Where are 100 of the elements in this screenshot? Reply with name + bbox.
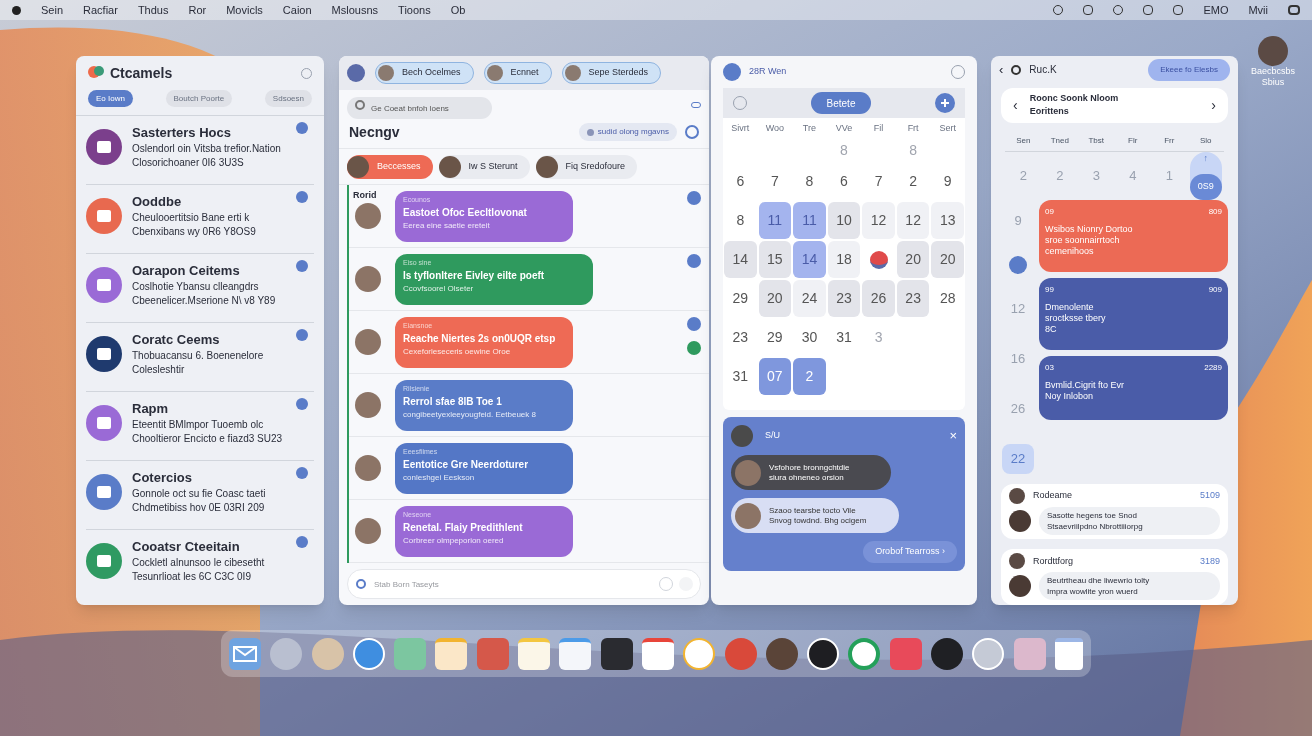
contact-chip[interactable]: Ecnnet xyxy=(483,61,552,84)
menu-item[interactable]: Racfiar xyxy=(83,1,118,19)
calendar-day[interactable]: 13 xyxy=(931,202,964,239)
channel-item[interactable]: Cotercios Gonnole oct su fie Coasc taeti Chdmetibiss hov 0E 03RI 209 xyxy=(86,461,314,530)
calendar-day[interactable]: 28 xyxy=(931,280,964,317)
calendar-day[interactable]: 31 xyxy=(827,319,861,356)
person-chip[interactable]: Fiq Sredofoure xyxy=(535,154,638,179)
menu-item[interactable]: Ob xyxy=(450,1,466,19)
calendar-day[interactable]: 15 xyxy=(758,241,792,278)
calendar-day[interactable]: 14 xyxy=(724,241,757,278)
menu-item[interactable]: Ror xyxy=(188,1,207,19)
today-button[interactable]: Betete xyxy=(810,92,872,114)
calendar-day[interactable]: 9 xyxy=(931,163,964,200)
filter-pill[interactable]: sudid olong mgavns xyxy=(578,123,677,141)
calendar-day[interactable]: 23 xyxy=(827,280,861,317)
contact-chip[interactable]: Sepe Sterdeds xyxy=(561,61,662,84)
menu-item[interactable]: Mslousns xyxy=(331,1,379,19)
previous-icon[interactable]: ‹ xyxy=(1013,94,1018,116)
calendar-day[interactable]: 10 xyxy=(827,202,861,239)
search-icon xyxy=(355,99,365,110)
calendar-day[interactable]: 20 xyxy=(931,241,964,278)
menu-item[interactable]: Movicls xyxy=(226,1,263,19)
filter-tab[interactable]: Boutch Poorte xyxy=(165,90,233,107)
status-item[interactable]: EMO xyxy=(1203,1,1229,19)
channel-item[interactable]: Coratc Ceems Thobuacansu 6. Boenenelore Colesleshtir xyxy=(86,323,314,392)
calendar-day[interactable]: 31 xyxy=(724,358,757,395)
calendar-day[interactable]: 29 xyxy=(758,319,792,356)
calendar-day[interactable]: 8 xyxy=(724,202,757,239)
attach-icon[interactable] xyxy=(356,579,366,589)
calendar-day[interactable]: 20 xyxy=(758,280,792,317)
status-icon[interactable] xyxy=(1143,5,1154,15)
event-text: 8C xyxy=(1045,323,1058,335)
status-item[interactable]: Mvii xyxy=(1248,1,1268,19)
channel-item[interactable]: Rapm Eteentit BMlmpor Tuoemb olc Chooltieror Encicto e fiazd3 SU23 xyxy=(86,392,314,461)
calendar-day[interactable]: 20 xyxy=(896,241,930,278)
chip-label: Fiq Sredofoure xyxy=(565,159,626,173)
event-card[interactable]: 99 909 Dmenolente sroctksse tbery 8C xyxy=(1039,277,1228,350)
badge-icon xyxy=(296,329,308,341)
link-icon[interactable] xyxy=(691,101,701,108)
event-text: Bvmlid.Cigrit fto Evr xyxy=(1045,379,1125,391)
add-button[interactable] xyxy=(935,93,955,113)
bubble-text: Szaoo tearsbe tocto Vile xyxy=(769,505,857,516)
person-chip[interactable]: Iw S Sterunt xyxy=(438,154,530,179)
badge-icon xyxy=(296,536,308,548)
next-icon[interactable]: › xyxy=(1211,94,1216,116)
card-title: Is tyflonltere Eivley eilte poeft xyxy=(403,269,546,283)
note-code: 5109 xyxy=(1199,488,1220,502)
notes-icon[interactable] xyxy=(559,637,592,670)
status-icon[interactable] xyxy=(1173,5,1184,15)
menu-item[interactable]: Thdus xyxy=(137,1,169,19)
calendar-day[interactable]: 18 xyxy=(827,241,861,278)
calendar-day[interactable]: 24 xyxy=(793,280,826,317)
contact-chip[interactable]: Bech Ocelmes xyxy=(375,61,474,84)
calendar-day[interactable]: 29 xyxy=(724,280,757,317)
notes-icon[interactable] xyxy=(518,637,551,670)
menu-item[interactable]: Tioons xyxy=(398,1,431,19)
calendar-day[interactable]: 7 xyxy=(758,163,792,200)
calendar-day[interactable]: 7 xyxy=(862,163,895,200)
message-field[interactable]: Stab Born Taseyts xyxy=(347,569,701,599)
badge-icon xyxy=(296,122,308,134)
action-button[interactable]: Ekeee fo Elesbs xyxy=(1148,59,1230,81)
weekday-label: Frr xyxy=(1163,134,1176,147)
channel-item[interactable]: Sasterters Hocs Oslendorl oin Vitsba trefior.Nation Closorichoaner 0I6 3U3S xyxy=(86,116,314,185)
channel-item[interactable]: Ooddbe Cheulooertitsio Bane erti k Cbenxibans wy 0R6 Y8OS9 xyxy=(86,185,314,254)
event-card[interactable]: 03 2289 Bvmlid.Cigrit fto Evr Noy Inlobon xyxy=(1039,355,1228,420)
channel-title: Coratc Ceems xyxy=(132,331,221,349)
note-card[interactable]: Rodeame 5109 Sasotte hegens toe Snod Stsaevriilpdno Nbrottiiiorpg xyxy=(1001,483,1228,540)
note-text: Impra wowlite yron wuerd xyxy=(1047,586,1139,598)
calendar-day[interactable]: 23 xyxy=(724,319,757,356)
calendar-day[interactable]: 30 xyxy=(793,319,826,356)
status-icon[interactable] xyxy=(1083,5,1094,15)
channel-item[interactable]: Oarapon Ceitems Coslhotie Ybansu clleangdrs Cbeenelicer.Mserione N\ v8 Y89 xyxy=(86,254,314,323)
calendar-day[interactable]: 12 xyxy=(896,202,930,239)
calendar-day[interactable]: 23 xyxy=(896,280,930,317)
note-code: 3189 xyxy=(1199,554,1220,568)
channel-text: Colesleshtir xyxy=(132,363,186,377)
calendar-day[interactable]: 12 xyxy=(862,202,895,239)
hour-label: 12 xyxy=(1009,299,1027,318)
note-card[interactable]: Rordttforg 3189 Beutrtheau dhe liwewrio tolty Impra wowlite yron wuerd xyxy=(1001,549,1228,605)
channel-item[interactable]: Cooatsr Cteeitain Cockletl alnunsoo le cibesetht Tesunrlioat les 6C C3C 0I9 xyxy=(86,530,314,599)
calendar-day[interactable]: 6 xyxy=(827,163,861,200)
weekday-label: Flr xyxy=(1127,134,1139,147)
hour-label: 9 xyxy=(1013,211,1023,230)
avatar-icon xyxy=(1009,509,1031,532)
filter-tab[interactable]: Sdsoesn xyxy=(264,90,312,107)
filter-tab[interactable]: Eo Iown xyxy=(88,90,133,107)
menu-item[interactable]: Sein xyxy=(41,1,64,19)
mail-icon[interactable] xyxy=(229,637,261,670)
back-icon[interactable]: ‹ xyxy=(999,60,1004,80)
calendar-day[interactable]: 8 xyxy=(793,163,826,200)
apple-icon[interactable] xyxy=(12,5,21,15)
calendar-day[interactable]: 2 xyxy=(896,163,930,200)
calendar-day[interactable]: 6 xyxy=(724,163,757,200)
close-icon[interactable]: × xyxy=(949,426,957,446)
menu-item[interactable]: Caion xyxy=(282,1,312,19)
hour-label: 16 xyxy=(1009,349,1027,368)
search-field[interactable]: Ge Coeat bnfoh loens xyxy=(347,97,492,120)
circle-button[interactable] xyxy=(685,125,699,139)
minus-icon[interactable] xyxy=(1011,65,1022,75)
calendar-day[interactable]: 26 xyxy=(862,280,895,317)
